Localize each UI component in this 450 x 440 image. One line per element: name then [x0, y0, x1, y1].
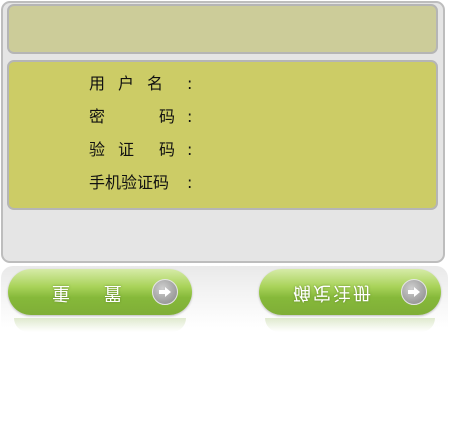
reset-button-label: 重 置 — [52, 282, 136, 303]
registration-form: 用 户 名 : 密 码 : 验 证 码 : 手机验证码 : — [7, 60, 438, 210]
sms-code-input[interactable] — [205, 173, 425, 193]
username-row: 用 户 名 : — [89, 72, 425, 96]
password-label-char-1: 密 — [89, 107, 106, 126]
sms-code-colon: : — [187, 173, 193, 192]
sms-code-row: 手机验证码 : — [89, 171, 425, 195]
password-label: 密 码 — [89, 105, 175, 129]
captcha-label-char-1: 验 — [89, 140, 106, 159]
arrow-right-icon-glyph — [159, 287, 171, 297]
captcha-colon: : — [187, 140, 193, 159]
password-input[interactable] — [205, 107, 425, 127]
reset-button[interactable]: 重 置 — [8, 269, 192, 315]
username-label-char-2: 户 — [117, 74, 134, 93]
submit-register-button[interactable]: 确定注册 — [259, 269, 441, 315]
submit-button-reflection — [265, 318, 435, 332]
arrow-right-icon — [152, 279, 178, 305]
captcha-label-char-2: 证 — [117, 140, 134, 159]
username-label-char-1: 用 — [89, 74, 106, 93]
submit-register-button-label: 确定注册 — [293, 282, 373, 303]
header-bar — [7, 4, 438, 54]
captcha-input[interactable] — [205, 140, 425, 160]
username-input[interactable] — [205, 74, 425, 94]
password-label-char-2: 码 — [158, 107, 175, 126]
username-label-char-3: 名 — [146, 74, 163, 93]
arrow-right-icon — [401, 279, 427, 305]
arrow-right-icon-glyph — [408, 287, 420, 297]
password-colon: : — [187, 107, 193, 126]
sms-code-label: 手机验证码 — [89, 173, 170, 192]
reset-button-reflection — [14, 318, 186, 332]
password-row: 密 码 : — [89, 105, 425, 129]
captcha-row: 验 证 码 : — [89, 138, 425, 162]
captcha-label: 验 证 码 — [89, 138, 175, 162]
captcha-label-char-3: 码 — [158, 140, 175, 159]
username-label: 用 户 名 — [89, 72, 163, 96]
username-colon: : — [187, 74, 193, 93]
